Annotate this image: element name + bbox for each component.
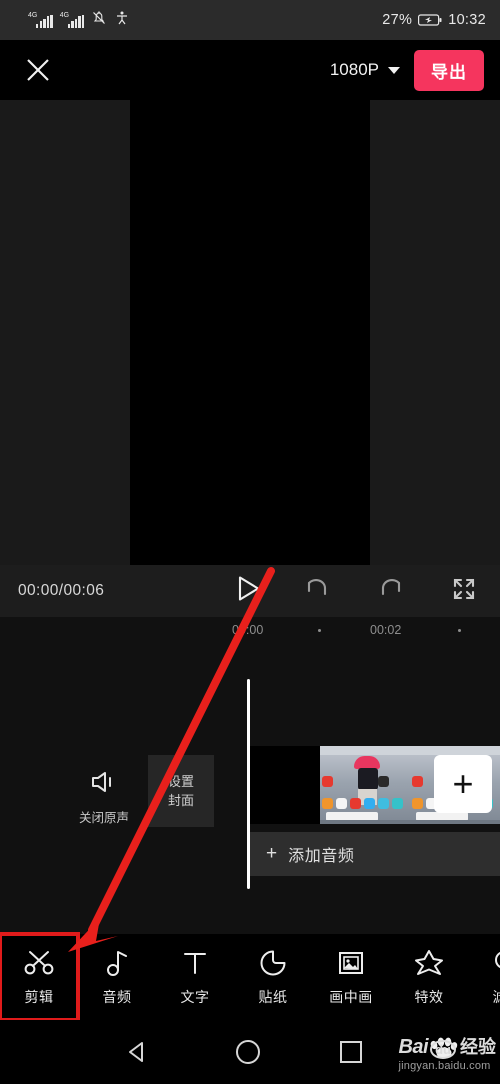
accessibility-icon (114, 10, 130, 31)
timecode-label: 00:00/00:06 (18, 582, 105, 599)
fullscreen-button[interactable] (452, 577, 476, 606)
player-control-bar: 00:00/00:06 (0, 565, 500, 617)
add-clip-button[interactable]: + (434, 755, 492, 813)
mute-original-audio-label: 关闭原声 (78, 811, 129, 825)
watermark-brand: Bai du 经验 (398, 1033, 496, 1059)
toolbar-item-edit[interactable]: 剪辑 (0, 932, 80, 1022)
camera-app-screen: 4G 4G 27% 10:32 1080P 导出 00:00/00:06 00:… (0, 0, 500, 1084)
ruler-tick-label-1: 00:02 (370, 623, 402, 637)
timeline-left-controls: 关闭原声 设置 封面 (0, 755, 247, 835)
add-audio-button[interactable]: + 添加音频 (250, 832, 500, 876)
resolution-selector[interactable]: 1080P (330, 60, 400, 80)
sticker-icon (260, 950, 286, 975)
video-clip-track[interactable]: + (250, 746, 500, 824)
nav-home-button[interactable] (236, 1040, 260, 1064)
text-t-icon (184, 952, 206, 974)
signal-4g-2-icon: 4G (59, 11, 85, 28)
toolbar-label-edit: 剪辑 (24, 988, 54, 1005)
undo-button[interactable] (304, 577, 330, 606)
timeline-panel[interactable]: 00:00 00:02 关闭原声 设置 封面 + + 添加音频 (0, 617, 500, 934)
close-icon (27, 59, 49, 81)
baidu-watermark: Bai du 经验 jingyan.baidu.com (398, 1033, 496, 1072)
toolbar-label-effects: 特效 (414, 988, 444, 1005)
scissors-icon (24, 950, 54, 974)
chevron-down-icon (388, 66, 400, 74)
status-bar-time: 10:32 (448, 12, 486, 28)
redo-button[interactable] (378, 577, 404, 606)
toolbar-label-text: 文字 (180, 988, 210, 1005)
export-button[interactable]: 导出 (414, 49, 484, 91)
toolbar-item-pip[interactable]: 画中画 (312, 934, 390, 1020)
watermark-du-label: du (430, 1040, 456, 1059)
video-preview-area[interactable] (0, 40, 500, 605)
music-note-icon (107, 950, 127, 976)
signal-4g-1-label: 4G (28, 11, 38, 19)
battery-percent-label: 27% (382, 12, 413, 28)
nav-recents-button[interactable] (340, 1041, 362, 1063)
watermark-cn-label: 经验 (460, 1037, 496, 1057)
back-triangle-icon (129, 1042, 143, 1062)
star-effects-icon (415, 949, 443, 975)
undo-arrow-icon (307, 578, 327, 595)
timeline-ruler[interactable]: 00:00 00:02 (0, 617, 500, 647)
editor-top-bar: 1080P 导出 (0, 40, 500, 100)
resolution-label: 1080P (329, 60, 379, 79)
add-audio-plus-icon: + (266, 843, 278, 864)
battery-icon (418, 13, 442, 27)
toolbar-label-pip: 画中画 (329, 988, 373, 1005)
bottom-toolbar: 剪辑 音频 文字 贴纸 画中画 特效 (0, 932, 500, 1022)
set-cover-button[interactable]: 设置 封面 (148, 755, 214, 827)
signal-4g-2-label: 4G (59, 11, 70, 19)
play-triangle-icon (238, 576, 260, 601)
fullscreen-expand-icon (453, 578, 475, 599)
toolbar-label-sticker: 贴纸 (258, 988, 288, 1005)
status-bar: 4G 4G 27% 10:32 (0, 0, 500, 40)
ruler-tick-dot-1 (458, 629, 461, 632)
watermark-url-label: jingyan.baidu.com (398, 1060, 491, 1072)
toolbar-item-filter[interactable]: 滤镜 (468, 934, 500, 1020)
speaker-mute-icon (92, 772, 111, 792)
close-button[interactable] (16, 48, 60, 92)
play-button[interactable] (236, 575, 262, 608)
nav-back-button[interactable] (126, 1040, 150, 1069)
redo-arrow-icon (381, 578, 401, 595)
signal-4g-1-icon: 4G (28, 11, 53, 28)
mute-bell-icon (91, 10, 107, 31)
toolbar-item-text[interactable]: 文字 (156, 934, 234, 1020)
video-preview-canvas[interactable] (130, 68, 370, 605)
timeline-tracks[interactable]: 关闭原声 设置 封面 + + 添加音频 (0, 647, 500, 934)
add-audio-label: 添加音频 (288, 848, 355, 865)
playhead-indicator[interactable] (247, 679, 250, 889)
add-clip-plus-label: + (452, 763, 474, 804)
toolbar-item-audio[interactable]: 音频 (78, 934, 156, 1020)
toolbar-item-effects[interactable]: 特效 (390, 934, 468, 1020)
toolbar-label-filter: 滤镜 (493, 987, 500, 1007)
picture-in-picture-icon (339, 951, 363, 974)
set-cover-label-line1: 设置 (167, 774, 194, 789)
mute-original-audio-button[interactable]: 关闭原声 (74, 769, 134, 826)
toolbar-item-sticker[interactable]: 贴纸 (234, 934, 312, 1020)
ruler-tick-label-0: 00:00 (232, 623, 264, 637)
filter-icon (495, 951, 500, 968)
status-bar-left-icons: 4G 4G (14, 10, 130, 31)
clip-thumbnail (320, 746, 410, 824)
watermark-bai-label: Bai (398, 1036, 429, 1058)
ruler-tick-dot-0 (318, 629, 321, 632)
set-cover-label-line2: 封面 (167, 793, 194, 808)
toolbar-label-audio: 音频 (102, 988, 132, 1005)
top-bar-right-group: 1080P 导出 (330, 49, 484, 91)
player-actions (304, 577, 482, 606)
status-bar-right: 27% 10:32 (382, 12, 486, 28)
